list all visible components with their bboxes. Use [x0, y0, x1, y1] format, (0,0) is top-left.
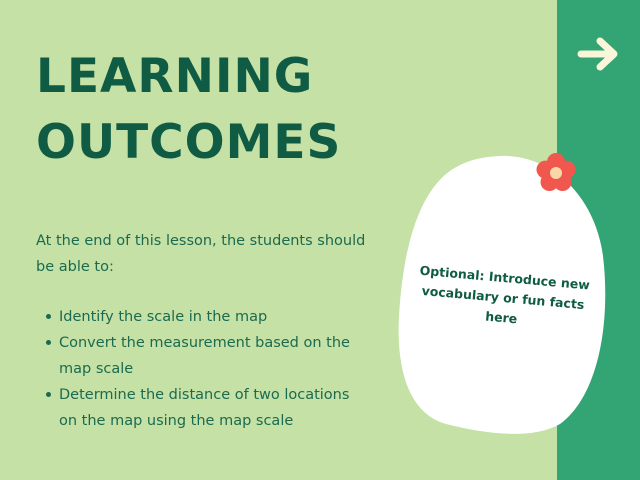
title-line-2: OUTCOMES — [36, 115, 342, 170]
slide: LEARNING OUTCOMES At the end of this les… — [0, 0, 640, 480]
list-item: Determine the distance of two locations … — [36, 382, 356, 434]
outcome-text: Determine the distance of two locations … — [59, 387, 350, 429]
outcome-text: Convert the measurement based on the map… — [59, 335, 350, 377]
outcomes-list: Identify the scale in the map Convert th… — [36, 304, 356, 434]
list-item: Identify the scale in the map — [36, 304, 356, 330]
title-line-1: LEARNING — [36, 49, 314, 104]
bullet-icon — [46, 314, 51, 319]
intro-text: At the end of this lesson, the students … — [36, 233, 366, 275]
bullet-icon — [46, 340, 51, 345]
arrow-right-icon[interactable] — [575, 30, 623, 78]
page-title: LEARNING OUTCOMES — [36, 44, 456, 176]
bullet-icon — [46, 392, 51, 397]
list-item: Convert the measurement based on the map… — [36, 330, 356, 382]
outcome-text: Identify the scale in the map — [59, 309, 268, 325]
